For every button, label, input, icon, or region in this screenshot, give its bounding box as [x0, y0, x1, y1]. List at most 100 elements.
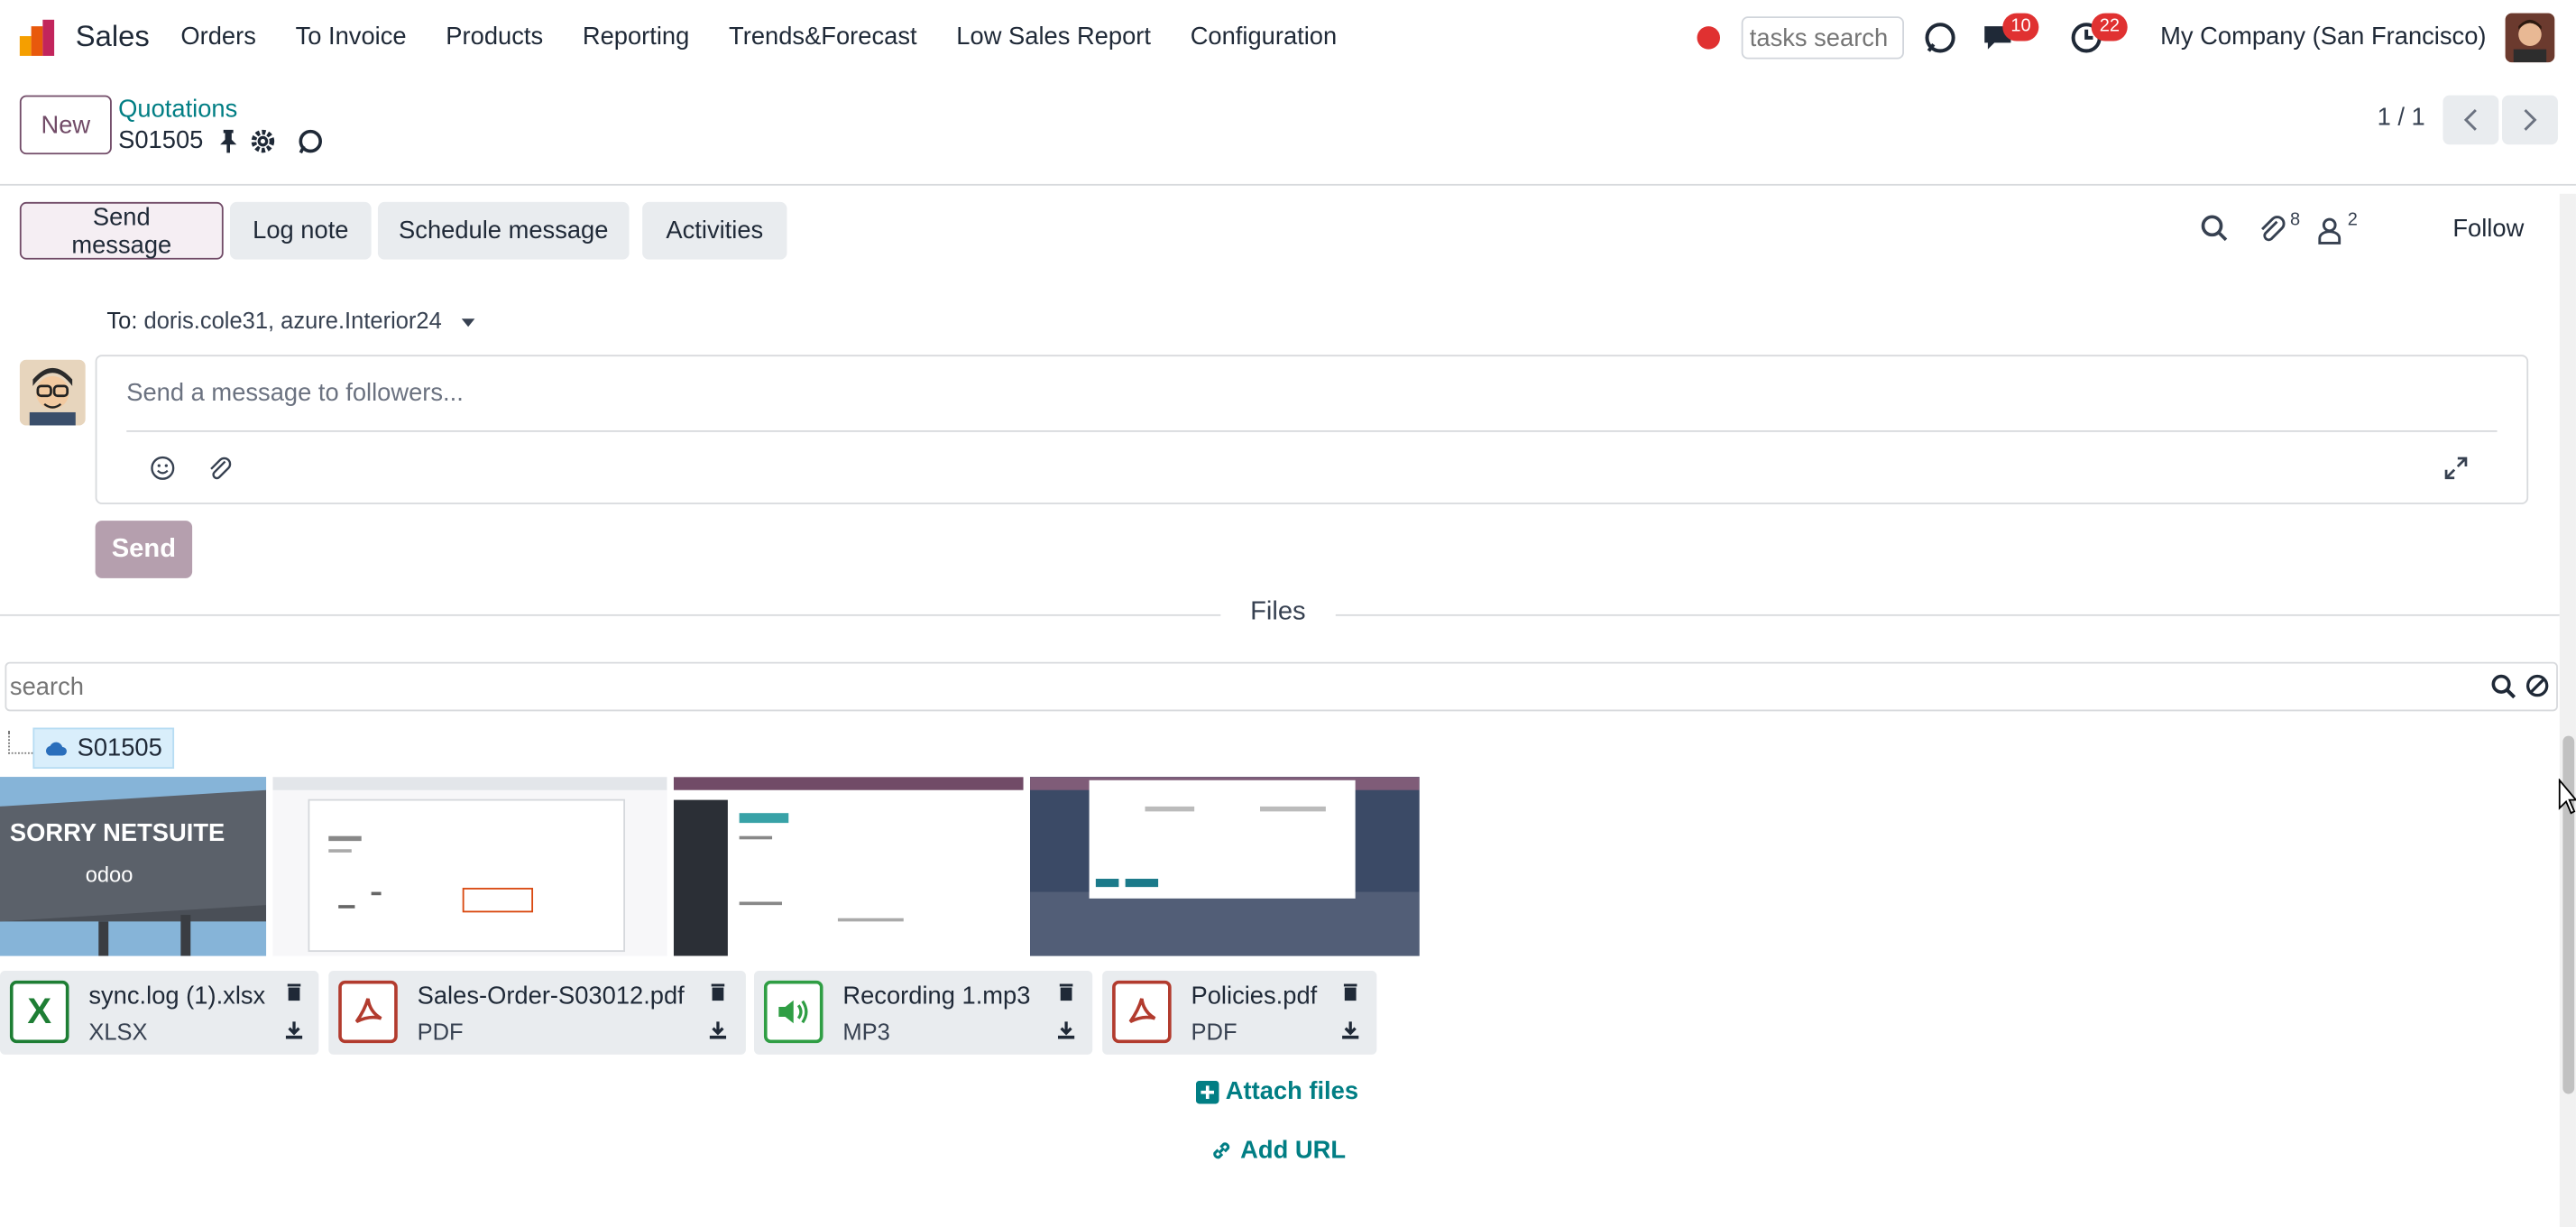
tree-connector — [8, 731, 33, 754]
recipients-line: To: doris.cole31, azure.Interior24 — [106, 307, 475, 334]
link-icon — [1213, 1142, 1230, 1159]
audio-file-icon — [763, 980, 823, 1044]
breadcrumb-current-record: S01505 — [118, 126, 204, 155]
pin-icon[interactable] — [216, 128, 239, 154]
attachment-type: PDF — [417, 1018, 464, 1045]
image-thumbnail[interactable]: SORRY NETSUITE odoo — [0, 777, 267, 956]
menu-item-configuration[interactable]: Configuration — [1191, 23, 1338, 51]
message-input[interactable]: Send a message to followers... — [126, 380, 464, 408]
attachment-card[interactable]: Sales-Order-S03012.pdf PDF — [328, 970, 746, 1055]
trash-icon[interactable] — [1056, 983, 1076, 1002]
send-button[interactable]: Send — [95, 521, 193, 578]
screenshot-image — [1030, 777, 1420, 956]
attach-files-link[interactable]: Attach files — [1195, 1077, 1359, 1106]
chevron-right-icon — [2524, 108, 2537, 131]
trash-icon[interactable] — [708, 983, 728, 1002]
attachment-card[interactable]: Recording 1.mp3 MP3 — [754, 970, 1093, 1055]
log-note-button[interactable]: Log note — [229, 201, 372, 260]
follow-button[interactable]: Follow — [2452, 215, 2524, 243]
screenshot-image — [272, 777, 667, 956]
attachment-type: MP3 — [842, 1018, 890, 1045]
menu-item-orders[interactable]: Orders — [180, 23, 255, 51]
followers-count: 2 — [2347, 210, 2358, 230]
pager-previous-button[interactable] — [2443, 95, 2499, 145]
attachments-count: 8 — [2290, 210, 2301, 230]
download-icon[interactable] — [1340, 1020, 1360, 1040]
menu-item-to-invoice[interactable]: To Invoice — [296, 23, 407, 51]
attachment-card[interactable]: Policies.pdf PDF — [1102, 970, 1377, 1055]
screenshot-image — [673, 777, 1024, 956]
image-thumbnail[interactable] — [1030, 777, 1420, 956]
chatter-toolbar: Send message Log note Schedule message A… — [0, 201, 2560, 262]
trash-icon[interactable] — [284, 983, 304, 1002]
paperclip-icon[interactable] — [2258, 214, 2287, 246]
attachment-name[interactable]: Sales-Order-S03012.pdf — [418, 983, 685, 1010]
composer-divider — [126, 429, 2498, 432]
pager-next-button[interactable] — [2501, 95, 2558, 145]
plus-square-icon — [1195, 1080, 1219, 1103]
billboard-text: SORRY NETSUITE — [9, 819, 225, 848]
new-button[interactable]: New — [19, 95, 112, 155]
pdf-file-icon — [338, 980, 398, 1044]
breadcrumb-quotations[interactable]: Quotations — [118, 96, 237, 124]
current-user-avatar — [19, 359, 86, 426]
billboard-logo-text: odoo — [85, 862, 133, 888]
attachment-type: PDF — [1191, 1018, 1237, 1045]
discuss-icon[interactable] — [1922, 20, 1958, 56]
activities-button[interactable]: Activities — [642, 201, 787, 260]
image-thumbnail[interactable] — [673, 777, 1024, 956]
folder-node[interactable]: S01505 — [32, 727, 174, 770]
expand-icon[interactable] — [2443, 455, 2469, 481]
download-icon[interactable] — [1056, 1020, 1076, 1040]
clear-search-icon[interactable] — [2525, 673, 2549, 697]
user-avatar[interactable] — [2505, 13, 2555, 63]
company-switcher[interactable]: My Company (San Francisco) — [2160, 23, 2486, 51]
add-url-link[interactable]: Add URL — [1210, 1137, 1346, 1165]
recipients-list: doris.cole31, azure.Interior24 — [143, 307, 442, 334]
pager-value[interactable]: 1 / 1 — [2378, 104, 2425, 132]
message-composer: Send a message to followers... — [95, 355, 2529, 504]
to-label: To: — [106, 307, 138, 334]
recipients-dropdown-icon[interactable] — [461, 318, 475, 327]
tasks-search-input[interactable] — [1741, 16, 1905, 60]
emoji-icon[interactable] — [150, 455, 176, 481]
app-name[interactable]: Sales — [76, 20, 150, 54]
menu-item-trends-forecast[interactable]: Trends&Forecast — [729, 23, 917, 51]
top-navbar: Sales Orders To Invoice Products Reporti… — [0, 0, 2576, 76]
search-icon[interactable] — [2490, 673, 2516, 699]
schedule-message-button[interactable]: Schedule message — [377, 201, 630, 260]
messages-badge: 10 — [2002, 13, 2039, 42]
attachment-name[interactable]: sync.log (1).xlsx — [88, 983, 265, 1010]
attach-files-label: Attach files — [1225, 1077, 1359, 1106]
attachment-card[interactable]: X sync.log (1).xlsx XLSX — [0, 970, 319, 1055]
attachment-name[interactable]: Recording 1.mp3 — [842, 983, 1030, 1010]
billboard-image — [0, 777, 267, 956]
menu-item-products[interactable]: Products — [446, 23, 543, 51]
control-panel: New Quotations S01505 1 / 1 — [0, 76, 2576, 186]
recording-indicator-icon[interactable] — [1697, 26, 1721, 50]
menu-item-low-sales-report[interactable]: Low Sales Report — [956, 23, 1151, 51]
download-icon[interactable] — [284, 1020, 304, 1040]
followers-icon[interactable] — [2316, 214, 2342, 246]
image-thumbnail[interactable] — [272, 777, 667, 956]
refresh-icon[interactable] — [296, 128, 326, 154]
gear-icon[interactable] — [250, 128, 276, 154]
activities-badge: 22 — [2091, 13, 2129, 42]
attachment-name[interactable]: Policies.pdf — [1191, 983, 1318, 1010]
record-actions — [216, 128, 325, 154]
sales-app-icon[interactable] — [16, 16, 59, 59]
trash-icon[interactable] — [1340, 983, 1360, 1002]
attachment-type: XLSX — [88, 1018, 148, 1045]
menu-item-reporting[interactable]: Reporting — [583, 23, 689, 51]
add-url-label: Add URL — [1240, 1136, 1347, 1165]
excel-file-icon: X — [9, 980, 69, 1044]
files-title: Files — [1220, 597, 1336, 628]
search-icon[interactable] — [2200, 214, 2230, 244]
folder-name: S01505 — [77, 733, 162, 762]
cloud-icon — [45, 741, 67, 755]
main-menu: Orders To Invoice Products Reporting Tre… — [180, 23, 1376, 51]
files-search-input[interactable] — [5, 661, 2558, 712]
attach-icon[interactable] — [207, 455, 233, 481]
send-message-button[interactable]: Send message — [19, 201, 224, 260]
download-icon[interactable] — [708, 1020, 728, 1040]
